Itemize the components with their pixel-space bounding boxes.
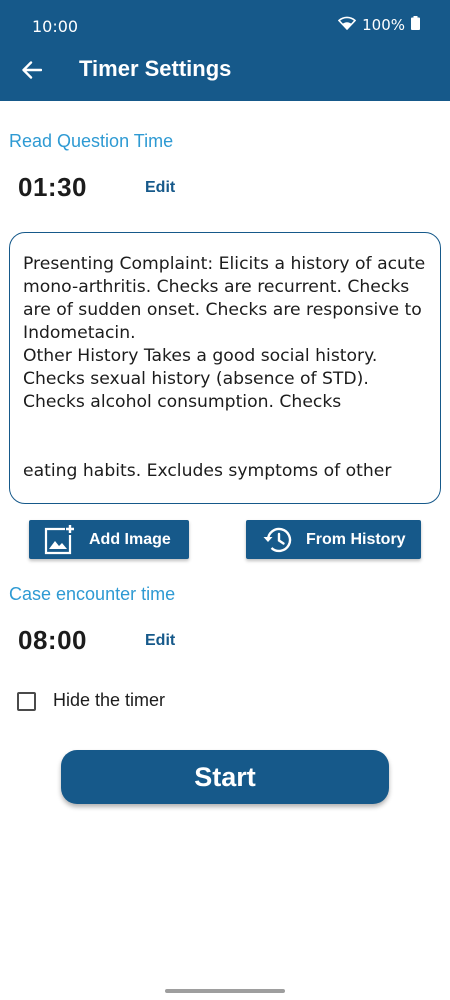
question-paragraph: Other History Takes a good social histor… <box>23 346 383 412</box>
hide-timer-checkbox[interactable] <box>17 692 36 711</box>
read-question-time-value: 01:30 <box>18 172 87 202</box>
question-paragraph: eating habits. Excludes symptoms of othe… <box>23 461 392 481</box>
edit-case-encounter-time-button[interactable]: Edit <box>145 632 175 650</box>
question-text-area[interactable]: Presenting Complaint: Elicits a history … <box>9 232 441 504</box>
history-icon <box>262 526 292 554</box>
from-history-label: From History <box>306 530 406 548</box>
hide-timer-label: Hide the timer <box>53 690 166 710</box>
app-bar: 10:00 100% Timer Settings <box>0 0 450 101</box>
battery-percent: 100% <box>362 16 405 34</box>
status-icons: 100% <box>337 16 420 34</box>
wifi-icon <box>337 16 357 34</box>
arrow-left-icon <box>22 61 42 79</box>
add-image-label: Add Image <box>89 530 171 548</box>
add-image-icon <box>43 524 75 555</box>
battery-icon <box>411 16 420 34</box>
read-question-time-label: Read Question Time <box>9 131 174 151</box>
from-history-button[interactable]: From History <box>246 520 421 559</box>
page-title: Timer Settings <box>79 56 232 81</box>
case-encounter-time-label: Case encounter time <box>9 584 176 604</box>
edit-read-question-time-button[interactable]: Edit <box>145 179 175 197</box>
add-image-button[interactable]: Add Image <box>29 520 189 559</box>
case-encounter-time-value: 08:00 <box>18 625 87 655</box>
back-button[interactable] <box>16 54 48 86</box>
status-time: 10:00 <box>32 17 79 36</box>
start-button[interactable]: Start <box>61 750 389 804</box>
gesture-nav-handle[interactable] <box>165 989 285 993</box>
question-paragraph: Presenting Complaint: Elicits a history … <box>23 254 431 343</box>
